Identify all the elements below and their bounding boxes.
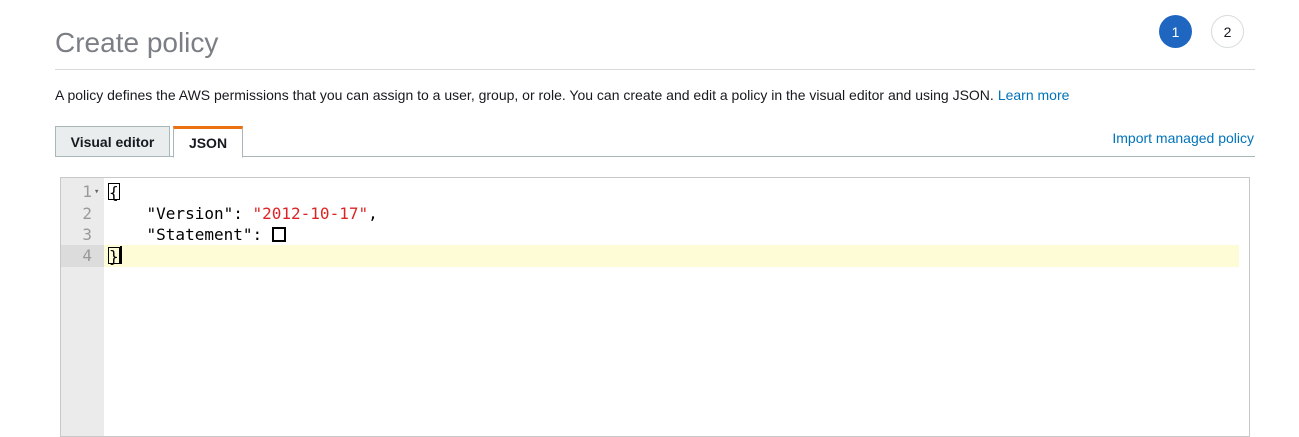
tab-visual-editor[interactable]: Visual editor [55,126,170,157]
step-indicator-1: 1 [1159,15,1192,48]
code-line-2: "Version": "2012-10-17", [108,203,378,225]
json-separator: : [233,204,253,223]
header-divider [55,69,1255,70]
code-line-4: } [108,245,122,267]
text-cursor [119,246,122,264]
page-title: Create policy [55,26,219,58]
step-indicator-2: 2 [1211,15,1244,48]
line-number: 2 [82,204,92,223]
code-line-3: "Statement": [108,224,286,246]
policy-description: A policy defines the AWS permissions tha… [55,87,1069,103]
tab-json[interactable]: JSON [173,126,243,158]
fold-toggle-icon[interactable]: ▾ [94,181,99,203]
import-managed-policy-link[interactable]: Import managed policy [1112,130,1254,146]
active-line-highlight [104,245,1239,267]
empty-array-placeholder-icon [271,226,286,242]
matched-brace: { [108,182,120,202]
line-number: 4 [82,246,92,265]
json-string-value: "2012-10-17" [252,204,369,223]
description-text: A policy defines the AWS permissions tha… [55,87,994,103]
line-number: 1 [82,182,92,201]
json-comma: , [368,204,378,223]
matched-brace: } [108,246,120,266]
code-line-1: { [108,181,120,203]
json-code-editor[interactable]: 1 ▾ 2 3 4 { "Version": "2012-10-17", "St… [60,177,1250,437]
line-number: 3 [82,225,92,244]
json-separator: : [252,225,272,244]
learn-more-link[interactable]: Learn more [998,87,1070,103]
json-key: "Statement" [146,225,253,244]
json-key: "Version" [146,204,234,223]
